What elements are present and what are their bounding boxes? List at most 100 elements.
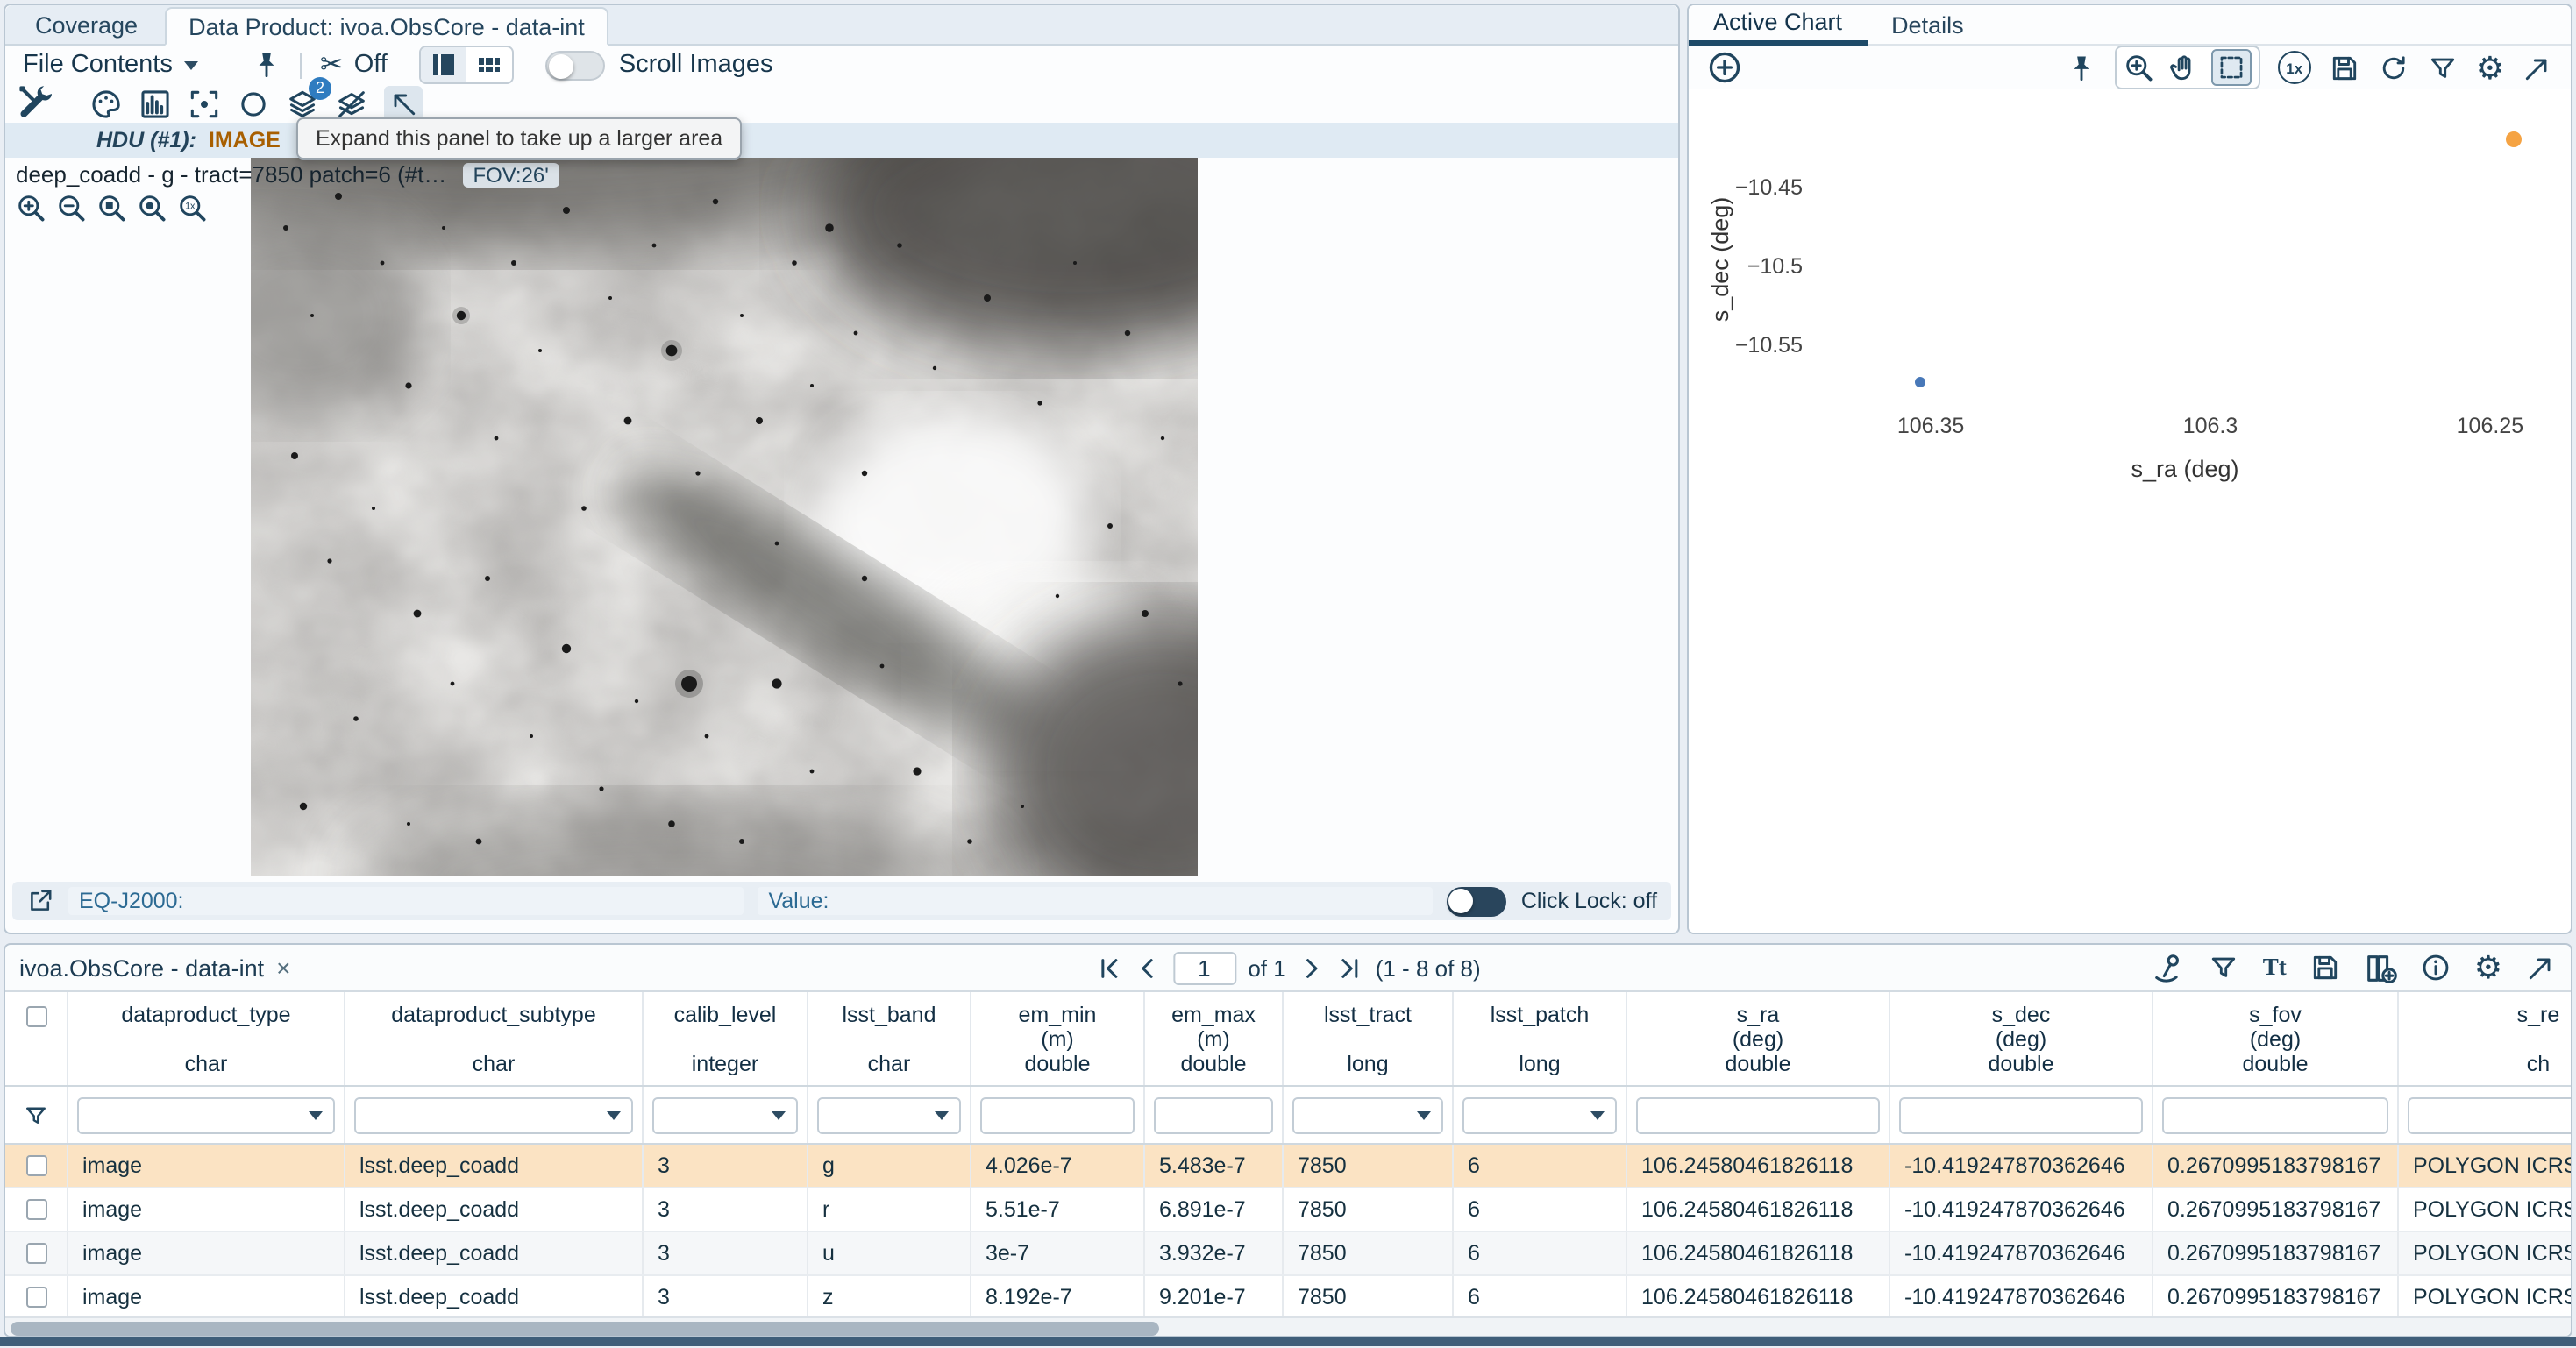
column-header-em_max[interactable]: em_max(m)double bbox=[1145, 992, 1284, 1085]
tab-data-product[interactable]: Data Product: ivoa.ObsCore - data-int bbox=[164, 7, 609, 46]
scatter-chart[interactable]: s_dec (deg) s_ra (deg) 106.35106.3106.25… bbox=[1689, 89, 2571, 933]
first-page-icon[interactable] bbox=[1095, 954, 1121, 981]
filter-input-em_max[interactable] bbox=[1154, 1096, 1273, 1133]
zoom-out-icon[interactable] bbox=[56, 193, 88, 224]
filter-select-calib_level[interactable] bbox=[652, 1096, 798, 1133]
color-palette-icon[interactable] bbox=[89, 87, 123, 120]
grid-view-button[interactable] bbox=[466, 47, 512, 82]
table-row[interactable]: imagelsst.deep_coadd3r5.51e-76.891e-7785… bbox=[5, 1188, 2571, 1232]
chart-zoom-icon[interactable] bbox=[2124, 52, 2155, 83]
filter-input-em_min[interactable] bbox=[980, 1096, 1135, 1133]
column-header-em_min[interactable]: em_min(m)double bbox=[971, 992, 1145, 1085]
tab-coverage[interactable]: Coverage bbox=[12, 5, 160, 44]
table-tab[interactable]: ivoa.ObsCore - data-int × bbox=[19, 954, 291, 982]
filter-input-s_dec[interactable] bbox=[1899, 1096, 2143, 1133]
info-icon[interactable] bbox=[2420, 952, 2451, 983]
filter-select-lsst_tract[interactable] bbox=[1292, 1096, 1443, 1133]
zoom-in-icon[interactable] bbox=[16, 193, 47, 224]
column-header-s_re[interactable]: s_rech bbox=[2399, 992, 2571, 1085]
checkbox[interactable] bbox=[25, 1155, 46, 1176]
column-header-lsst_patch[interactable]: lsst_patchlong bbox=[1454, 992, 1627, 1085]
layers-button[interactable]: 2 bbox=[286, 87, 319, 120]
column-header-s_fov[interactable]: s_fov(deg)double bbox=[2153, 992, 2399, 1085]
filter-input-s_ra[interactable] bbox=[1636, 1096, 1880, 1133]
filter-funnel-icon[interactable] bbox=[2427, 52, 2459, 83]
filter-select-dataproduct_subtype[interactable] bbox=[354, 1096, 633, 1133]
tab-details[interactable]: Details bbox=[1867, 4, 1989, 45]
column-type: double bbox=[2242, 1052, 2308, 1076]
column-header-calib_level[interactable]: calib_levelinteger bbox=[644, 992, 808, 1085]
checkbox[interactable] bbox=[25, 1287, 46, 1308]
gear-icon[interactable]: ⚙ bbox=[2476, 52, 2504, 83]
image-viewer[interactable]: deep_coadd - g - tract=7850 patch=6 (#t…… bbox=[5, 158, 1678, 876]
zoom-fit-icon[interactable] bbox=[96, 193, 128, 224]
expand-chart-icon[interactable] bbox=[2522, 52, 2553, 83]
gear-icon[interactable]: ⚙ bbox=[2474, 952, 2502, 983]
pin-icon[interactable] bbox=[2066, 52, 2097, 83]
scatter-point-points[interactable] bbox=[1914, 378, 1925, 388]
table-row[interactable]: imagelsst.deep_coadd3z8.192e-79.201e-778… bbox=[5, 1276, 2571, 1320]
single-view-button[interactable] bbox=[421, 47, 466, 82]
close-icon[interactable]: × bbox=[276, 954, 290, 982]
zoom-reset-icon[interactable]: 1x bbox=[2278, 51, 2311, 84]
row-select-cell[interactable] bbox=[5, 1232, 68, 1274]
astronomy-image[interactable] bbox=[251, 158, 1198, 876]
column-header-lsst_band[interactable]: lsst_bandchar bbox=[808, 992, 971, 1085]
zoom-1x-icon[interactable]: 1x bbox=[177, 193, 209, 224]
zoom-fill-icon[interactable] bbox=[137, 193, 168, 224]
column-header-dataproduct_subtype[interactable]: dataproduct_subtypechar bbox=[345, 992, 644, 1085]
column-header-s_dec[interactable]: s_dec(deg)double bbox=[1890, 992, 2153, 1085]
table-row[interactable]: imagelsst.deep_coadd3g4.026e-75.483e-778… bbox=[5, 1145, 2571, 1188]
filter-cell-lsst_patch bbox=[1454, 1087, 1627, 1143]
expand-panel-button[interactable] bbox=[384, 86, 423, 121]
select-all-cell[interactable] bbox=[5, 992, 68, 1085]
tab-active-chart[interactable]: Active Chart bbox=[1689, 4, 1867, 45]
table-toolbar: ivoa.ObsCore - data-int × of 1 (1 - 8 of… bbox=[5, 945, 2571, 992]
histogram-stretch-icon[interactable] bbox=[139, 87, 172, 120]
expand-table-icon[interactable] bbox=[2525, 952, 2557, 983]
pin-icon[interactable] bbox=[252, 49, 283, 81]
checkbox[interactable] bbox=[25, 1243, 46, 1264]
chevron-down-icon bbox=[607, 1110, 621, 1119]
checkbox[interactable] bbox=[25, 1006, 46, 1027]
refresh-icon[interactable] bbox=[2378, 52, 2409, 83]
horizontal-scrollbar[interactable] bbox=[5, 1316, 2571, 1336]
filter-select-dataproduct_type[interactable] bbox=[77, 1096, 335, 1133]
layers-off-icon[interactable] bbox=[335, 87, 368, 120]
column-header-dataproduct_type[interactable]: dataproduct_typechar bbox=[68, 992, 345, 1085]
filter-funnel-icon[interactable] bbox=[2209, 952, 2240, 983]
scrollbar-thumb[interactable] bbox=[11, 1321, 1159, 1335]
recenter-icon[interactable] bbox=[188, 87, 221, 120]
scroll-images-toggle[interactable] bbox=[545, 50, 605, 80]
row-select-cell[interactable] bbox=[5, 1145, 68, 1187]
filter-input-s_re[interactable] bbox=[2408, 1096, 2571, 1133]
filter-select-lsst_band[interactable] bbox=[817, 1096, 961, 1133]
page-input[interactable] bbox=[1172, 951, 1235, 984]
add-column-icon[interactable] bbox=[2364, 951, 2397, 984]
prev-page-icon[interactable] bbox=[1134, 954, 1160, 981]
cut-tool-toggle[interactable]: ✂ Off bbox=[320, 47, 388, 82]
column-header-s_ra[interactable]: s_ra(deg)double bbox=[1627, 992, 1890, 1085]
table-row[interactable]: imagelsst.deep_coadd3u3e-73.932e-7785061… bbox=[5, 1232, 2571, 1276]
click-to-search-icon[interactable] bbox=[2153, 951, 2186, 984]
scatter-point-highlighted[interactable] bbox=[2506, 132, 2522, 148]
row-select-cell[interactable] bbox=[5, 1188, 68, 1231]
last-page-icon[interactable] bbox=[1337, 954, 1363, 981]
tools-icon[interactable] bbox=[16, 82, 58, 124]
click-lock-toggle[interactable] bbox=[1448, 886, 1507, 916]
select-region-button[interactable] bbox=[2211, 49, 2252, 86]
next-page-icon[interactable] bbox=[1299, 954, 1325, 981]
save-chart-icon[interactable] bbox=[2329, 52, 2360, 83]
save-table-icon[interactable] bbox=[2309, 952, 2341, 983]
filter-input-s_fov[interactable] bbox=[2162, 1096, 2388, 1133]
checkbox[interactable] bbox=[25, 1199, 46, 1220]
row-select-cell[interactable] bbox=[5, 1276, 68, 1318]
add-chart-icon[interactable] bbox=[1706, 49, 1743, 86]
text-view-icon[interactable]: Tt bbox=[2263, 954, 2287, 982]
file-contents-dropdown[interactable]: File Contents bbox=[23, 51, 199, 79]
region-circle-icon[interactable] bbox=[237, 87, 270, 120]
pan-hand-icon[interactable] bbox=[2167, 52, 2199, 83]
open-in-new-icon[interactable] bbox=[26, 887, 54, 915]
filter-select-lsst_patch[interactable] bbox=[1462, 1096, 1617, 1133]
column-header-lsst_tract[interactable]: lsst_tractlong bbox=[1284, 992, 1454, 1085]
